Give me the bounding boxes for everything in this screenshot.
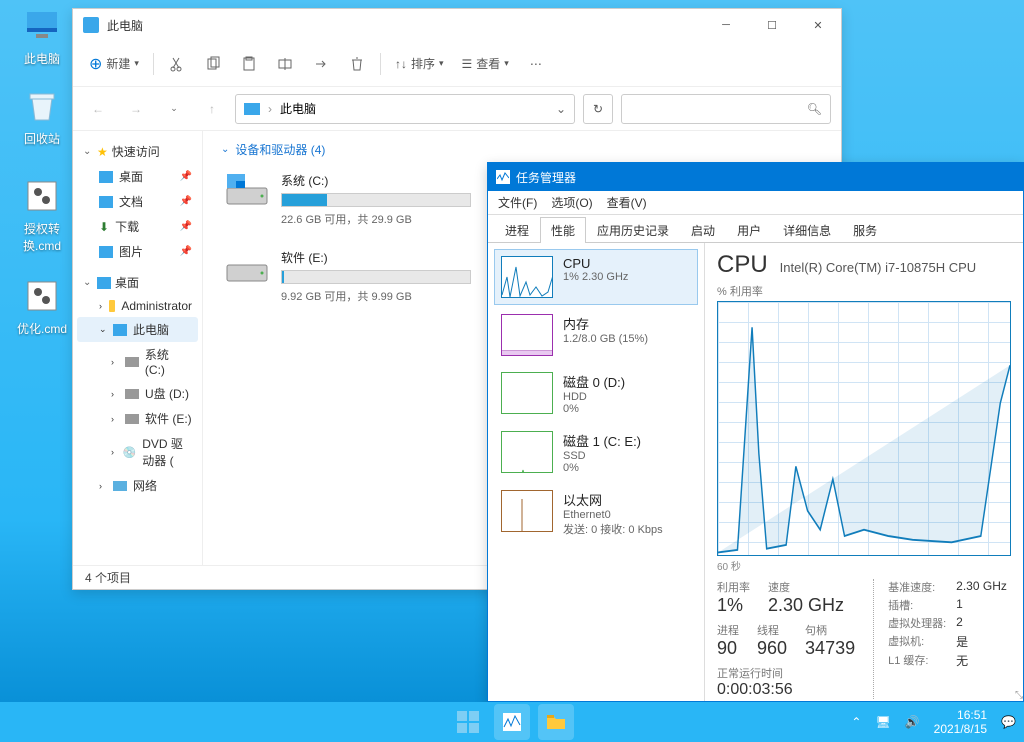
- delete-button[interactable]: [340, 47, 374, 81]
- minimize-button[interactable]: ─: [703, 9, 749, 41]
- menu-file[interactable]: 文件(F): [498, 194, 537, 211]
- copy-button[interactable]: [196, 47, 230, 81]
- desktop-icon-thispc[interactable]: 此电脑: [12, 6, 72, 67]
- address-dropdown[interactable]: ⌄: [556, 102, 566, 116]
- sidebar-item-documents[interactable]: 文档📌: [77, 189, 198, 214]
- system-tray: ⌃ 🖥 🔊 16:512021/8/15 💬: [851, 708, 1016, 737]
- explorer-toolbar: ⊕新建▾ ↑↓排序▾ ☰查看▾ ⋯: [73, 41, 841, 87]
- sidebar-desktop[interactable]: ⌄桌面: [77, 270, 198, 295]
- taskbar-taskmgr[interactable]: [494, 704, 530, 740]
- tab-users[interactable]: 用户: [726, 217, 772, 243]
- tab-startup[interactable]: 启动: [680, 217, 726, 243]
- up-button[interactable]: ↑: [197, 94, 227, 124]
- sidebar-item-drive-c[interactable]: ›系统 (C:): [77, 342, 198, 381]
- sort-button[interactable]: ↑↓排序▾: [387, 47, 452, 81]
- taskmgr-window: 任务管理器 文件(F) 选项(O) 查看(V) 进程 性能 应用历史记录 启动 …: [487, 162, 1024, 702]
- menu-options[interactable]: 选项(O): [551, 194, 592, 211]
- sidebar-item-pictures[interactable]: 图片📌: [77, 239, 198, 264]
- drive-usage-bar: [281, 270, 471, 284]
- new-button[interactable]: ⊕新建▾: [81, 47, 147, 81]
- taskmgr-detail: CPUIntel(R) Core(TM) i7-10875H CPU % 利用率…: [705, 243, 1023, 701]
- desktop-icon-cmd1[interactable]: 授权转换.cmd: [12, 176, 72, 254]
- perf-card-disk1[interactable]: 磁盘 1 (C: E:)SSD0%: [494, 424, 698, 481]
- back-button[interactable]: ←: [83, 94, 113, 124]
- window-title: 此电脑: [107, 17, 703, 34]
- close-button[interactable]: ✕: [795, 9, 841, 41]
- address-bar[interactable]: › 此电脑 ⌄: [235, 94, 575, 124]
- sidebar-quick-access[interactable]: ⌄★快速访问: [77, 139, 198, 164]
- refresh-button[interactable]: ↻: [583, 94, 613, 124]
- more-button[interactable]: ⋯: [519, 47, 553, 81]
- cut-button[interactable]: [160, 47, 194, 81]
- sidebar-item-dvd[interactable]: ›💿DVD 驱动器 (: [77, 431, 198, 473]
- taskmgr-sidebar: CPU1% 2.30 GHz 内存1.2/8.0 GB (15%) 磁盘 0 (…: [488, 243, 705, 701]
- explorer-sidebar: ⌄★快速访问 桌面📌 文档📌 ⬇下载📌 图片📌 ⌄桌面 ›Administrat…: [73, 131, 203, 565]
- taskmgr-titlebar[interactable]: 任务管理器: [488, 163, 1023, 191]
- paste-button[interactable]: [232, 47, 266, 81]
- taskmgr-tabs: 进程 性能 应用历史记录 启动 用户 详细信息 服务: [488, 215, 1023, 243]
- tab-history[interactable]: 应用历史记录: [586, 217, 680, 243]
- recent-dropdown[interactable]: ⌄: [159, 94, 189, 124]
- tab-details[interactable]: 详细信息: [772, 217, 842, 243]
- menu-view[interactable]: 查看(V): [607, 194, 647, 211]
- start-button[interactable]: [450, 704, 486, 740]
- desktop-icon-recycle[interactable]: 回收站: [12, 86, 72, 147]
- sidebar-item-desktop[interactable]: 桌面📌: [77, 164, 198, 189]
- perf-card-memory[interactable]: 内存1.2/8.0 GB (15%): [494, 307, 698, 363]
- sidebar-item-network[interactable]: ›网络: [77, 473, 198, 498]
- sidebar-item-admin[interactable]: ›Administrator: [77, 295, 198, 317]
- tray-network-icon[interactable]: 🖥: [875, 715, 890, 729]
- tab-services[interactable]: 服务: [842, 217, 888, 243]
- pc-icon: [83, 17, 99, 33]
- sidebar-item-downloads[interactable]: ⬇下载📌: [77, 214, 198, 239]
- section-header[interactable]: ⌄设备和驱动器 (4): [221, 141, 823, 158]
- taskmgr-icon: [496, 170, 510, 184]
- view-button[interactable]: ☰查看▾: [454, 47, 517, 81]
- tray-clock[interactable]: 16:512021/8/15: [934, 708, 987, 737]
- forward-button[interactable]: →: [121, 94, 151, 124]
- sidebar-item-drive-e[interactable]: ›软件 (E:): [77, 406, 198, 431]
- rename-button[interactable]: [268, 47, 302, 81]
- desktop-icon-cmd2[interactable]: 优化.cmd: [12, 276, 72, 337]
- explorer-titlebar[interactable]: 此电脑 ─ ☐ ✕: [73, 9, 841, 41]
- cpu-graph: [717, 301, 1011, 556]
- perf-card-cpu[interactable]: CPU1% 2.30 GHz: [494, 249, 698, 305]
- cpu-model: Intel(R) Core(TM) i7-10875H CPU: [780, 260, 977, 275]
- perf-card-ethernet[interactable]: 以太网Ethernet0发送: 0 接收: 0 Kbps: [494, 483, 698, 544]
- perf-card-disk0[interactable]: 磁盘 0 (D:)HDD0%: [494, 365, 698, 422]
- pc-icon: [244, 103, 260, 115]
- breadcrumb[interactable]: 此电脑: [280, 100, 316, 117]
- taskbar-explorer[interactable]: [538, 704, 574, 740]
- sidebar-item-drive-d[interactable]: ›U盘 (D:): [77, 381, 198, 406]
- taskmgr-menu: 文件(F) 选项(O) 查看(V): [488, 191, 1023, 215]
- cpu-title: CPU: [717, 251, 768, 279]
- sidebar-item-thispc[interactable]: ⌄此电脑: [77, 317, 198, 342]
- tab-performance[interactable]: 性能: [540, 217, 586, 243]
- tray-volume-icon[interactable]: 🔊: [905, 715, 920, 729]
- tray-chevron[interactable]: ⌃: [851, 715, 861, 729]
- search-input[interactable]: 🔍︎: [621, 94, 831, 124]
- tray-notifications[interactable]: 💬: [1001, 715, 1016, 729]
- tab-processes[interactable]: 进程: [494, 217, 540, 243]
- address-bar-row: ← → ⌄ ↑ › 此电脑 ⌄ ↻ 🔍︎: [73, 87, 841, 131]
- search-icon: 🔍︎: [807, 102, 822, 116]
- taskbar: ⌃ 🖥 🔊 16:512021/8/15 💬: [0, 702, 1024, 742]
- drive-usage-bar: [281, 193, 471, 207]
- resize-handle[interactable]: ⤡: [1015, 690, 1023, 701]
- share-button[interactable]: [304, 47, 338, 81]
- maximize-button[interactable]: ☐: [749, 9, 795, 41]
